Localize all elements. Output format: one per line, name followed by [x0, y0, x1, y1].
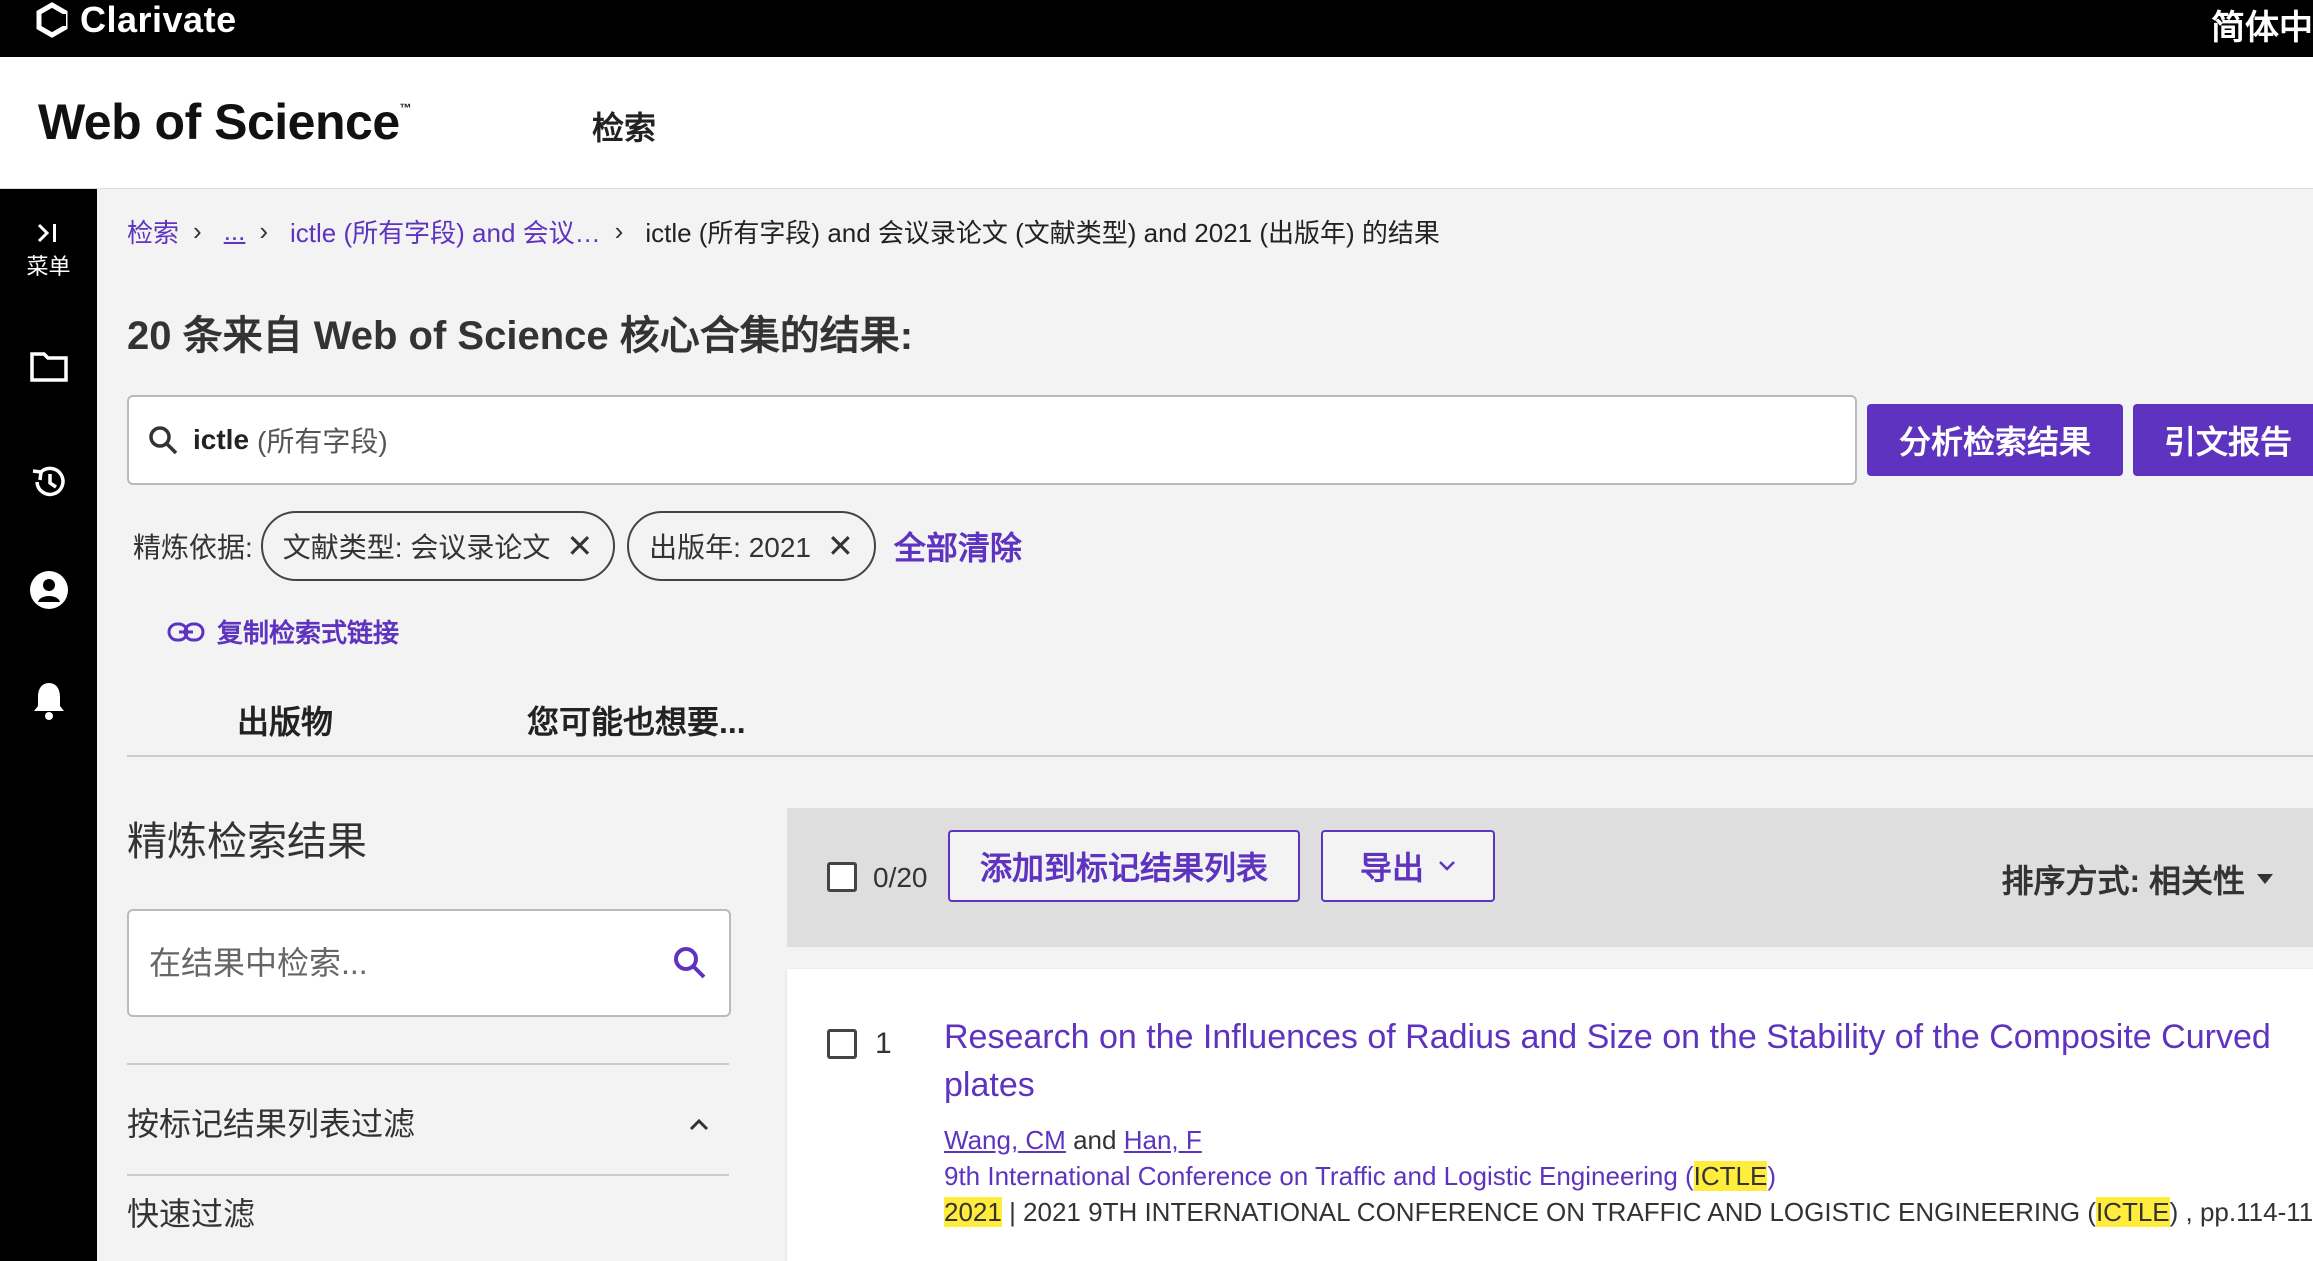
rail-menu-toggle[interactable]: 菜单 — [0, 221, 97, 281]
highlighted-term: ICTLE — [2095, 1197, 2170, 1227]
breadcrumb: 检索 › ... › ictle (所有字段) and 会议… › ictle … — [127, 213, 1440, 250]
link-icon — [167, 622, 205, 641]
selected-count: 0/20 — [873, 862, 928, 893]
result-tabs: 出版物 您可能也想要... — [127, 697, 2313, 757]
tab-publications[interactable]: 出版物 — [237, 697, 333, 743]
query-display-box[interactable]: ictle (所有字段) — [127, 395, 1857, 485]
search-icon[interactable] — [671, 944, 709, 982]
add-to-marked-label: 添加到标记结果列表 — [979, 850, 1268, 886]
close-icon[interactable]: ✕ — [566, 527, 593, 565]
refine-row: 精炼依据: 文献类型: 会议录论文 ✕ 出版年: 2021 ✕ 全部清除 — [133, 511, 1022, 581]
copy-link-label: 复制检索式链接 — [217, 618, 400, 648]
result-title-link[interactable]: Research on the Influences of Radius and… — [944, 1013, 2274, 1109]
conference-suffix: ) — [1767, 1161, 1777, 1191]
author-link[interactable]: Han, F — [1124, 1125, 1202, 1155]
filter-marked-list-header[interactable]: 按标记结果列表过滤 — [127, 1099, 415, 1145]
clarivate-brand[interactable]: Clarivate — [34, 0, 237, 40]
breadcrumb-search[interactable]: 检索 — [127, 213, 179, 250]
caret-down-icon — [2257, 874, 2273, 884]
divider — [127, 1063, 729, 1065]
expand-menu-icon — [37, 223, 56, 243]
divider — [127, 1174, 729, 1176]
nav-search-link[interactable]: 检索 — [592, 103, 656, 149]
export-label: 导出 — [1359, 850, 1424, 886]
rail-folder[interactable] — [0, 349, 97, 383]
filter-chip-label: 出版年: 2021 — [649, 532, 812, 563]
copy-query-link-button[interactable]: 复制检索式链接 — [167, 613, 399, 650]
tab-you-may-also-like[interactable]: 您可能也想要... — [527, 697, 746, 743]
clarivate-logo-icon — [36, 2, 68, 38]
clarivate-topbar: Clarivate 简体中 — [0, 0, 2313, 57]
logo-text: Web of Science — [38, 94, 400, 150]
app-header: Web of Science™ 检索 — [0, 57, 2313, 189]
user-avatar-icon — [29, 571, 68, 609]
rail-alerts[interactable] — [0, 679, 97, 721]
author-separator: and — [1073, 1125, 1117, 1155]
search-within-results[interactable] — [127, 909, 731, 1017]
quick-filter-header[interactable]: 快速过滤 — [127, 1189, 255, 1235]
add-to-marked-list-button[interactable]: 添加到标记结果列表 — [948, 830, 1300, 902]
web-of-science-logo[interactable]: Web of Science™ — [38, 93, 412, 151]
breadcrumb-separator: › — [259, 216, 269, 246]
breadcrumb-separator: › — [193, 216, 202, 246]
author-link[interactable]: Wang, CM — [944, 1125, 1066, 1155]
rail-menu-label: 菜单 — [26, 254, 71, 279]
refine-label: 精炼依据: — [133, 532, 253, 563]
select-all-checkbox[interactable] — [827, 862, 857, 892]
clarivate-brand-text: Clarivate — [80, 0, 237, 40]
result-index: 1 — [875, 1027, 892, 1060]
logo-tm: ™ — [399, 101, 412, 115]
analyze-results-button[interactable]: 分析检索结果 — [1867, 404, 2123, 476]
breadcrumb-ellipsis[interactable]: ... — [224, 216, 246, 247]
clear-all-filters-button[interactable]: 全部清除 — [894, 523, 1022, 569]
breadcrumb-separator: › — [614, 216, 624, 246]
query-term: ictle — [193, 424, 250, 455]
search-icon — [149, 426, 178, 455]
result-item: 1 Research on the Influences of Radius a… — [787, 969, 2313, 1261]
language-switch[interactable]: 简体中 — [2211, 0, 2313, 49]
chevron-down-icon — [1439, 861, 1455, 871]
result-source-meta: 2021 | 2021 9TH INTERNATIONAL CONFERENCE… — [944, 1197, 2313, 1228]
close-icon[interactable]: ✕ — [827, 527, 854, 565]
filter-chip-doc-type[interactable]: 文献类型: 会议录论文 ✕ — [260, 511, 616, 581]
left-rail: 菜单 — [0, 189, 97, 1261]
conference-name: 9th International Conference on Traffic … — [944, 1161, 1694, 1191]
source-title: | 2021 9TH INTERNATIONAL CONFERENCE ON T… — [1001, 1197, 2096, 1227]
result-checkbox[interactable] — [827, 1029, 857, 1059]
citation-report-button[interactable]: 引文报告 — [2133, 404, 2313, 476]
folder-icon — [29, 352, 68, 382]
sort-dropdown[interactable]: 排序方式: 相关性 — [2001, 856, 2275, 902]
query-field: (所有字段) — [257, 426, 388, 457]
bell-icon — [33, 683, 64, 720]
chevron-up-icon[interactable] — [687, 1113, 711, 1137]
filter-chip-label: 文献类型: 会议录论文 — [282, 532, 551, 563]
breadcrumb-current: ictle (所有字段) and 会议录论文 (文献类型) and 2021 (… — [645, 218, 1440, 248]
sort-label: 排序方式: 相关性 — [2001, 863, 2245, 899]
rail-history[interactable] — [0, 461, 97, 503]
results-toolbar: 0/20 添加到标记结果列表 导出 排序方式: 相关性 — [787, 808, 2313, 947]
highlighted-year: 2021 — [944, 1197, 1002, 1227]
refine-panel-title: 精炼检索结果 — [127, 820, 367, 864]
filter-chip-year[interactable]: 出版年: 2021 ✕ — [627, 511, 876, 581]
result-conference-link[interactable]: 9th International Conference on Traffic … — [944, 1161, 1776, 1192]
highlighted-term: ICTLE — [1693, 1161, 1768, 1191]
results-count-title: 20 条来自 Web of Science 核心合集的结果: — [127, 314, 914, 358]
search-within-input[interactable] — [149, 944, 671, 982]
rail-profile[interactable] — [0, 569, 97, 611]
history-icon — [32, 466, 65, 497]
result-authors: Wang, CM and Han, F — [944, 1125, 1202, 1156]
source-pages: ) , pp.114-118 — [2169, 1197, 2313, 1227]
breadcrumb-query[interactable]: ictle (所有字段) and 会议… — [290, 213, 601, 250]
main-content: 检索 › ... › ictle (所有字段) and 会议… › ictle … — [97, 189, 2313, 1261]
export-button[interactable]: 导出 — [1321, 830, 1495, 902]
